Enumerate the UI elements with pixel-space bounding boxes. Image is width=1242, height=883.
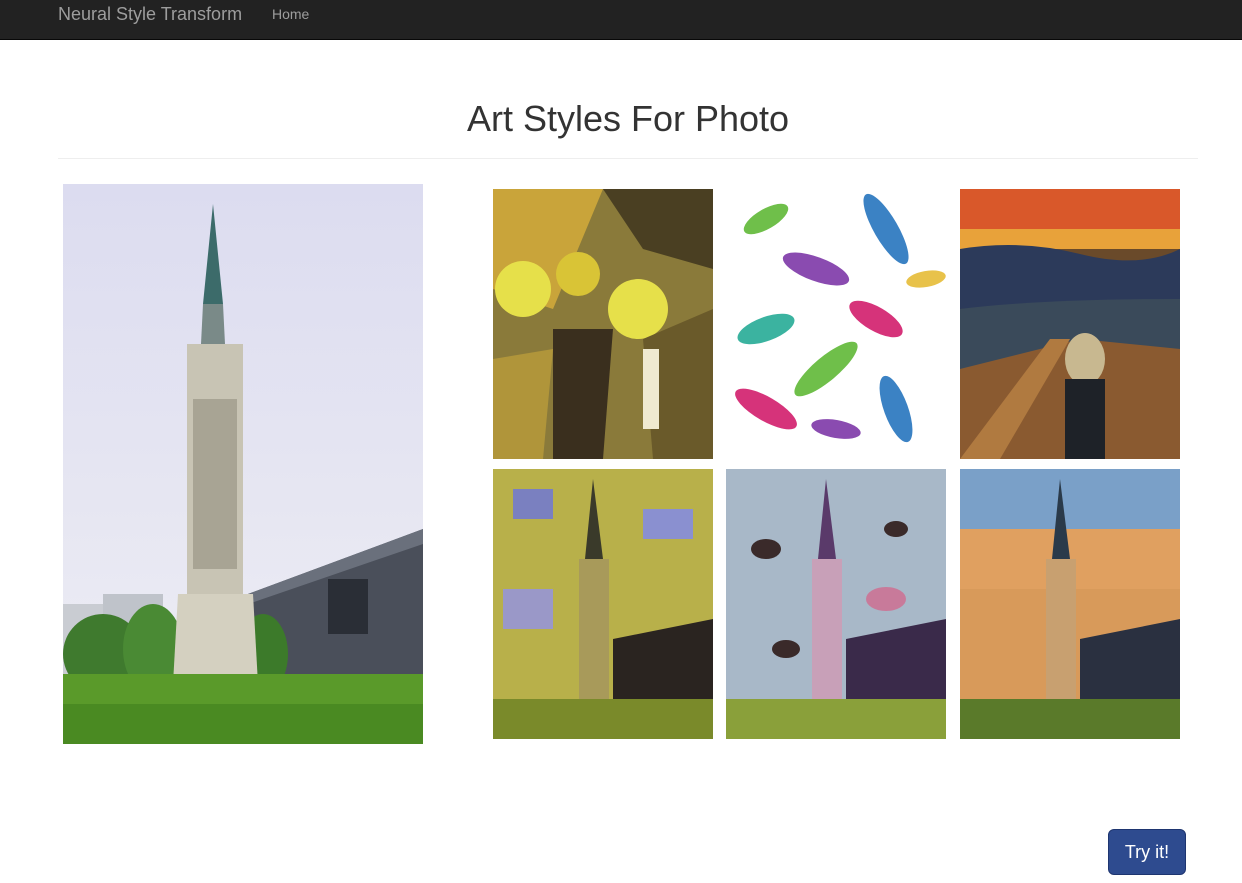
title-divider (58, 158, 1198, 159)
stylized-result-scream[interactable] (960, 469, 1180, 739)
style-image-feathers[interactable] (726, 189, 946, 459)
content-photo (63, 184, 423, 744)
nav-link-home[interactable]: Home (272, 6, 309, 22)
page-title: Art Styles For Photo (466, 98, 790, 139)
style-image-scream[interactable] (960, 189, 1180, 459)
style-image-cubist[interactable] (493, 189, 713, 459)
try-it-button[interactable]: Try it! (1108, 829, 1186, 875)
stylized-result-cubist[interactable] (493, 469, 713, 739)
stylized-result-feathers[interactable] (726, 469, 946, 739)
navbar-brand[interactable]: Neural Style Transform (58, 4, 242, 24)
top-navbar: Neural Style Transform Home (0, 0, 1242, 40)
